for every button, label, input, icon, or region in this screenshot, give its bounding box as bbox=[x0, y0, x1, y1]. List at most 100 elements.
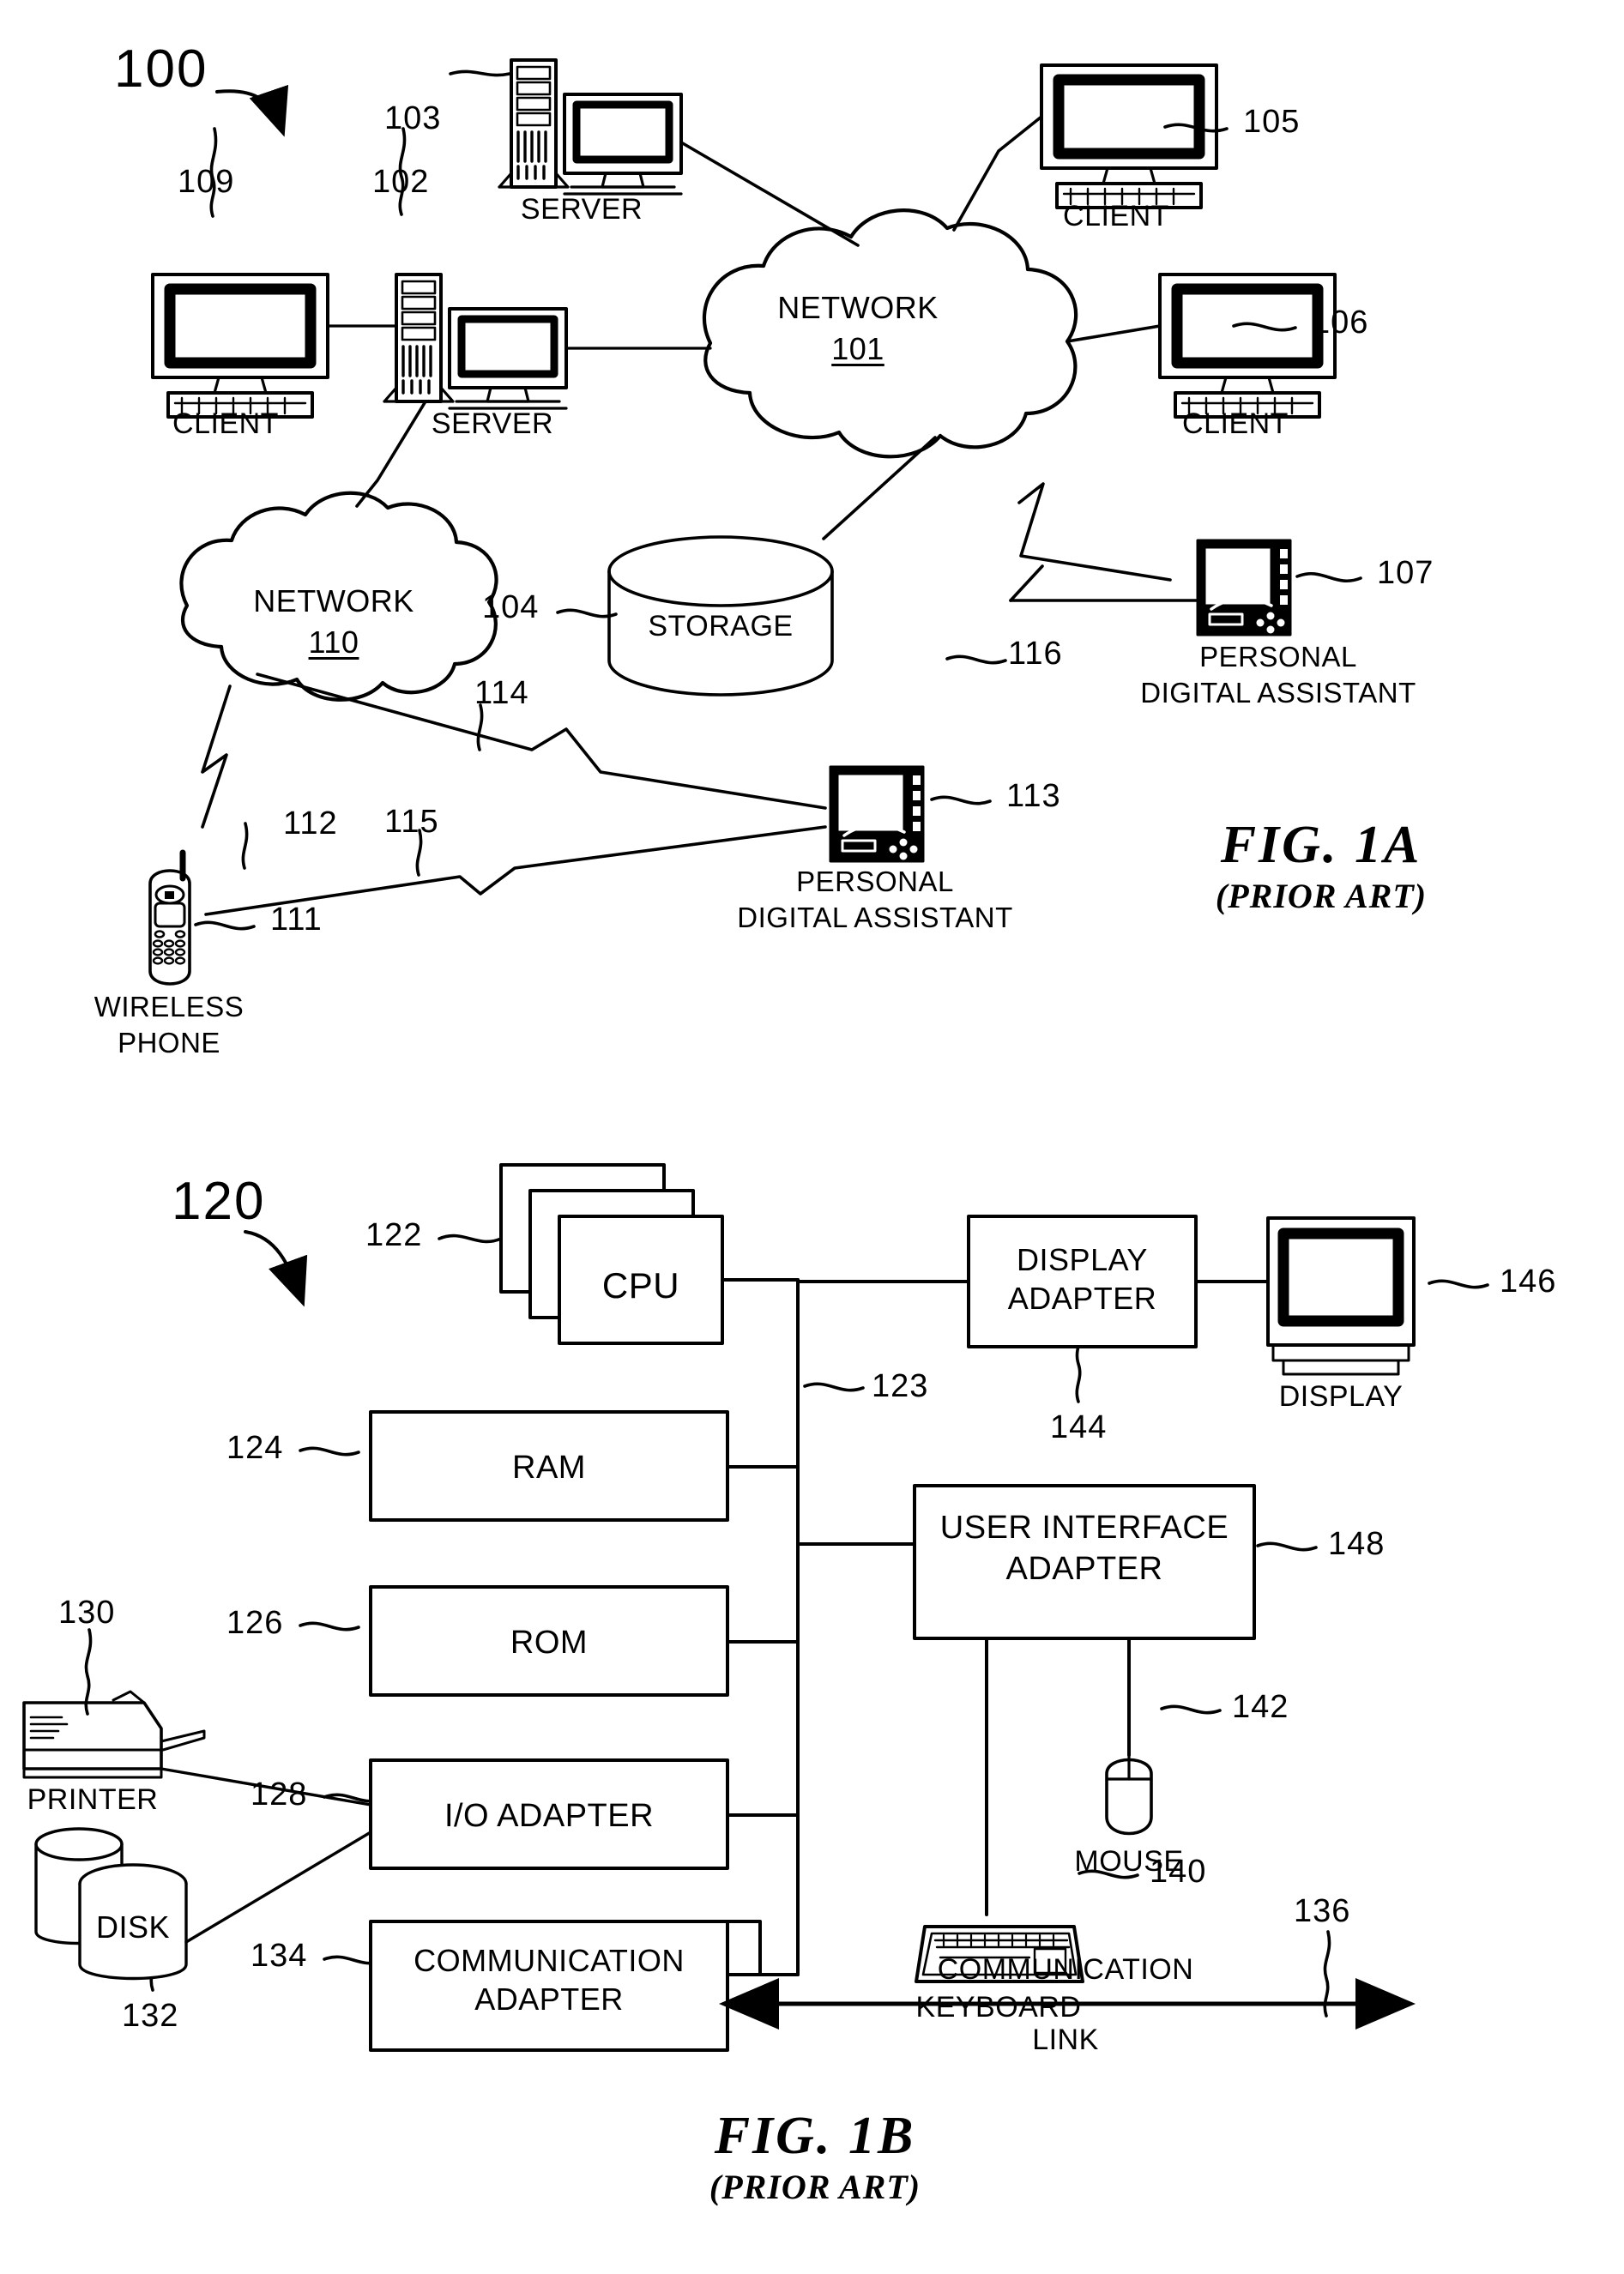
label-client-109: CLIENT bbox=[172, 407, 279, 440]
ref-103: 103 bbox=[384, 100, 442, 136]
label-mouse-142: MOUSE bbox=[1074, 1845, 1184, 1878]
ref-116: 116 bbox=[1008, 636, 1063, 672]
ref-142: 142 bbox=[1232, 1689, 1289, 1725]
label-phone-111-line2: PHONE bbox=[118, 1027, 220, 1059]
label-pda-113-line2: DIGITAL ASSISTANT bbox=[737, 902, 1013, 933]
label-client-105: CLIENT bbox=[1063, 200, 1169, 232]
label-io-adapter: I/O ADAPTER bbox=[444, 1798, 655, 1834]
device-client-109 bbox=[151, 273, 329, 419]
ref-106: 106 bbox=[1312, 305, 1369, 341]
label-disk-132: DISK bbox=[95, 1909, 171, 1945]
label-comm-link-line1: COMMUNICATION bbox=[937, 1953, 1194, 1986]
label-pda-107-line1: PERSONAL bbox=[1199, 641, 1357, 673]
label-display-adapter-line1: DISPLAY bbox=[1017, 1242, 1148, 1277]
figure-1b-title: FIG. 1B bbox=[714, 2107, 916, 2165]
label-server-103: SERVER bbox=[520, 193, 643, 226]
leader-103 bbox=[449, 69, 511, 77]
ref-130: 130 bbox=[58, 1595, 116, 1631]
label-network-110-ref: 110 bbox=[308, 624, 359, 660]
figure-caption-1b: FIG. 1B (PRIOR ART) bbox=[652, 2106, 978, 2207]
leader-106 bbox=[1232, 322, 1297, 332]
label-ram: RAM bbox=[512, 1450, 586, 1486]
ref-112: 112 bbox=[283, 805, 338, 841]
leader-122 bbox=[438, 1234, 503, 1244]
ref-128: 128 bbox=[251, 1776, 308, 1813]
leader-107 bbox=[1295, 571, 1362, 583]
ref-102: 102 bbox=[372, 164, 430, 200]
label-server-102: SERVER bbox=[431, 407, 554, 440]
leader-111 bbox=[194, 920, 256, 931]
wireless-link-112 bbox=[201, 685, 232, 829]
label-ui-adapter-line1: USER INTERFACE bbox=[939, 1510, 1229, 1546]
device-pda-107 bbox=[1196, 539, 1292, 636]
ref-122: 122 bbox=[365, 1217, 423, 1253]
link-105-101 bbox=[952, 115, 1043, 232]
ref-107: 107 bbox=[1377, 555, 1434, 591]
device-printer-130 bbox=[22, 1690, 206, 1779]
ref-104: 104 bbox=[482, 589, 540, 625]
ref-120: 120 bbox=[172, 1172, 266, 1231]
ref-126: 126 bbox=[226, 1605, 284, 1641]
ref-146: 146 bbox=[1500, 1264, 1557, 1300]
ref-148: 148 bbox=[1328, 1526, 1386, 1562]
patent-drawing-sheet: 100 109 102 103 105 106 107 104 116 113 … bbox=[0, 0, 1624, 2274]
leader-112 bbox=[241, 822, 249, 870]
device-disk-132 bbox=[34, 1827, 188, 1981]
label-display-146: DISPLAY bbox=[1278, 1380, 1404, 1413]
leader-114 bbox=[476, 703, 484, 751]
label-cpu: CPU bbox=[601, 1265, 680, 1306]
ref-113: 113 bbox=[1006, 778, 1061, 814]
leader-113 bbox=[930, 795, 992, 805]
leader-120 bbox=[244, 1230, 308, 1307]
block-cpu-122 bbox=[499, 1163, 724, 1345]
link-103-101 bbox=[679, 141, 860, 247]
label-comm-adapter-line2: ADAPTER bbox=[474, 1981, 624, 2017]
leader-124 bbox=[299, 1446, 360, 1457]
label-printer-130: PRINTER bbox=[27, 1783, 159, 1816]
link-101-104 bbox=[822, 436, 937, 540]
figure-caption-1a: FIG. 1A (PRIOR ART) bbox=[1167, 815, 1476, 916]
device-client-106 bbox=[1158, 273, 1337, 419]
leader-123 bbox=[803, 1382, 865, 1392]
device-client-105 bbox=[1040, 63, 1218, 209]
ref-109: 109 bbox=[178, 164, 235, 200]
label-network-101-ref: 101 bbox=[831, 331, 884, 366]
label-phone-111-line1: WIRELESS bbox=[94, 991, 245, 1022]
leader-146 bbox=[1428, 1279, 1489, 1289]
ref-124: 124 bbox=[226, 1430, 284, 1466]
label-network-101-name: NETWORK bbox=[777, 290, 939, 325]
leader-126 bbox=[299, 1621, 360, 1632]
device-server-103 bbox=[498, 58, 683, 196]
ref-114: 114 bbox=[474, 675, 529, 711]
label-pda-107-line2: DIGITAL ASSISTANT bbox=[1140, 677, 1416, 709]
link-106-101 bbox=[1066, 324, 1162, 343]
label-keyboard-140: KEYBOARD bbox=[915, 1991, 1082, 2024]
leader-104 bbox=[556, 608, 618, 618]
ref-111: 111 bbox=[270, 902, 323, 938]
leader-148 bbox=[1256, 1541, 1318, 1552]
leader-100 bbox=[215, 84, 289, 137]
ref-105: 105 bbox=[1243, 104, 1301, 140]
label-storage-104: STORAGE bbox=[648, 610, 794, 642]
link-102-110 bbox=[355, 400, 427, 508]
cloud-network-101 bbox=[702, 208, 1078, 459]
ref-123: 123 bbox=[872, 1368, 929, 1404]
leader-142 bbox=[1160, 1704, 1222, 1715]
device-wireless-phone-111 bbox=[148, 849, 191, 986]
wireless-link-116c bbox=[1009, 564, 1044, 602]
label-client-106: CLIENT bbox=[1182, 407, 1289, 440]
label-display-adapter-line2: ADAPTER bbox=[1007, 1281, 1157, 1316]
ref-100: 100 bbox=[114, 39, 208, 99]
figure-1b-subtitle: (PRIOR ART) bbox=[709, 2168, 921, 2206]
figure-1a-subtitle: (PRIOR ART) bbox=[1215, 877, 1428, 915]
ref-132: 132 bbox=[122, 1998, 179, 2034]
device-server-102 bbox=[383, 273, 568, 410]
ref-134: 134 bbox=[251, 1938, 308, 1974]
device-pda-113 bbox=[829, 765, 925, 863]
ref-136: 136 bbox=[1294, 1893, 1351, 1929]
label-comm-adapter-line1: COMMUNICATION bbox=[414, 1943, 685, 1978]
device-display-146 bbox=[1266, 1216, 1416, 1376]
label-comm-link-line2: LINK bbox=[1032, 2024, 1099, 2056]
leader-116 bbox=[945, 654, 1007, 665]
device-mouse-142 bbox=[1105, 1753, 1153, 1836]
